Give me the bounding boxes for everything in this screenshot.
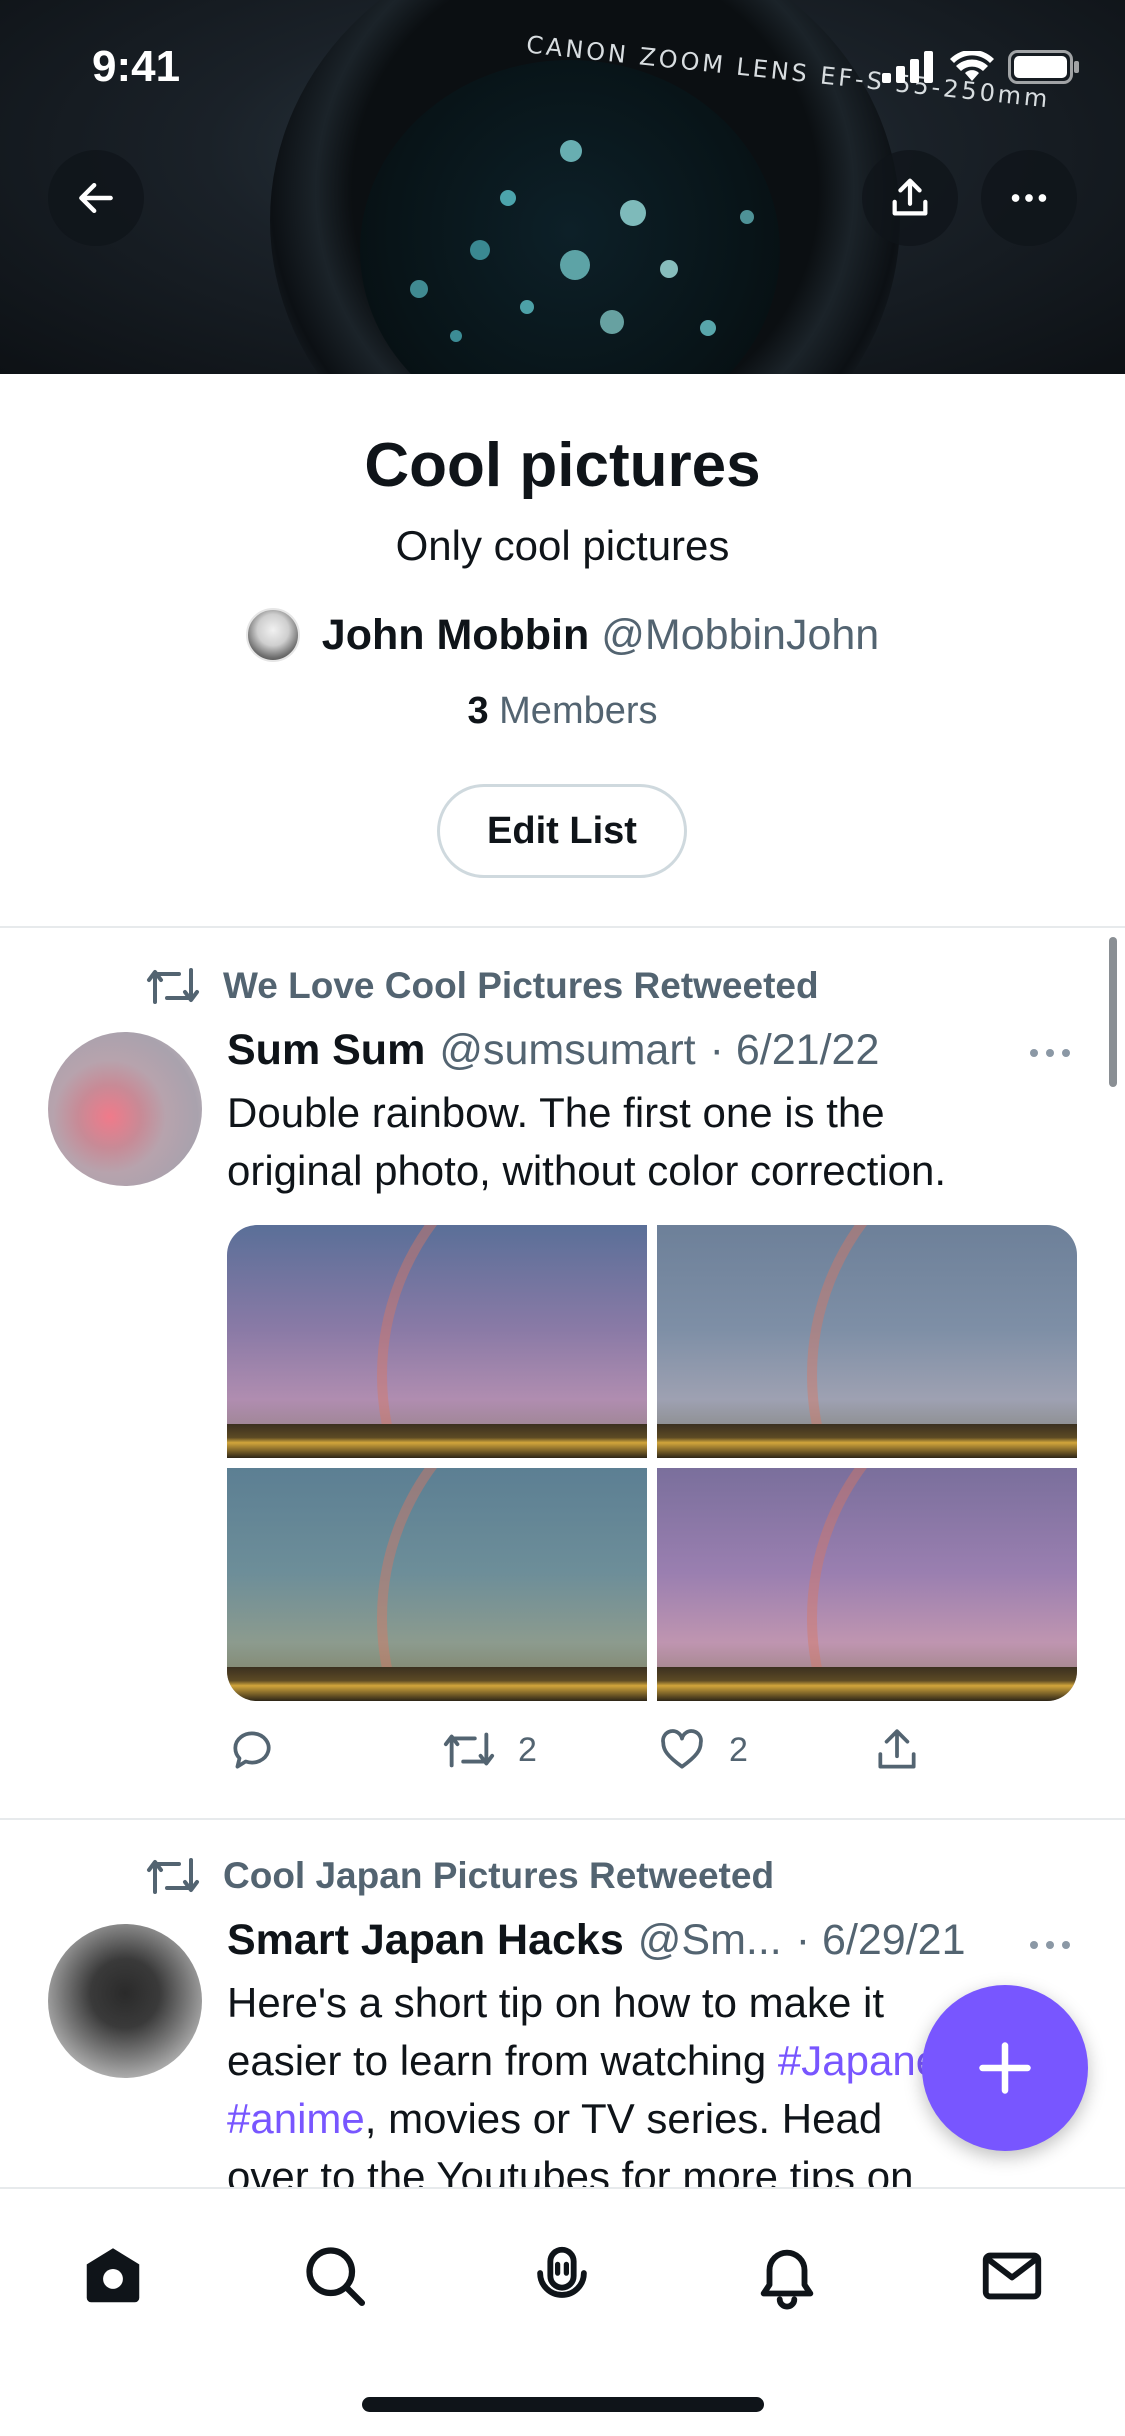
- bokeh-dot: [520, 300, 534, 314]
- share-icon: [892, 178, 928, 216]
- reply-action[interactable]: [227, 1725, 442, 1775]
- home-indicator: [362, 2397, 764, 2412]
- share-button[interactable]: [862, 150, 958, 246]
- tweet-header: Smart Japan Hacks @Sm... · 6/29/21: [227, 1916, 966, 1965]
- list-description: Only cool pictures: [395, 522, 730, 569]
- search-icon: [306, 2247, 366, 2307]
- bokeh-dot: [500, 190, 516, 206]
- compose-tweet-button[interactable]: [922, 1985, 1088, 2151]
- bokeh-dot: [410, 280, 428, 298]
- nav-notifications[interactable]: [742, 2231, 832, 2321]
- like-count: 2: [729, 1730, 748, 1769]
- members-label: Members: [499, 690, 658, 732]
- bokeh-dot: [700, 320, 716, 336]
- bokeh-dot: [620, 200, 646, 226]
- plus-icon: [979, 2042, 1031, 2094]
- reply-icon: [233, 1731, 271, 1769]
- tweet-author-handle: @Sm...: [637, 1916, 782, 1964]
- nav-home[interactable]: [68, 2231, 158, 2321]
- list-page: CANON ZOOM LENS EF-S 55-250mm 9:41 Cool …: [0, 0, 1125, 2436]
- share-action[interactable]: [872, 1725, 1087, 1775]
- heart-icon: [661, 1729, 703, 1769]
- tweet-text: Double rainbow. The first one is the ori…: [227, 1084, 1087, 1200]
- retweet-action[interactable]: 2: [442, 1728, 657, 1772]
- retweet-context: We Love Cool Pictures Retweeted: [145, 964, 819, 1008]
- tweet-more-icon[interactable]: [1027, 1938, 1073, 1952]
- section-divider: [0, 926, 1125, 928]
- owner-handle: @MobbinJohn: [601, 610, 880, 659]
- share-icon: [878, 1729, 916, 1769]
- retweet-context-text: Cool Japan Pictures Retweeted: [223, 1855, 775, 1896]
- battery-icon: [1008, 50, 1079, 84]
- user-avatar[interactable]: [48, 1032, 202, 1186]
- owner-avatar[interactable]: [245, 608, 300, 662]
- tweet-text-line: easier to learn from watching: [227, 2037, 778, 2084]
- nav-spaces[interactable]: [517, 2231, 607, 2321]
- tweet-more-icon[interactable]: [1027, 1046, 1073, 1060]
- tweet-photo[interactable]: [657, 1225, 1077, 1458]
- tweet-media-grid[interactable]: [227, 1225, 1077, 1701]
- tweet-date: · 6/29/21: [795, 1916, 966, 1964]
- owner-name[interactable]: John Mobbin: [322, 611, 590, 659]
- like-action[interactable]: 2: [657, 1725, 872, 1775]
- tweet-text-line: , movies or TV series. Head: [364, 2095, 883, 2142]
- tweet-text-line: Double rainbow. The first one is the: [227, 1089, 885, 1136]
- tweet-author-handle: @sumsumart: [439, 1026, 696, 1074]
- home-icon: [86, 2248, 140, 2303]
- tweet-text-line: original photo, without color correction…: [227, 1147, 947, 1194]
- tweet-author-name[interactable]: Smart Japan Hacks: [227, 1916, 624, 1965]
- tweet-photo[interactable]: [657, 1468, 1077, 1701]
- tweet-author-name[interactable]: Sum Sum: [227, 1026, 425, 1075]
- retweet-context-text: We Love Cool Pictures Retweeted: [223, 965, 819, 1006]
- bokeh-dot: [560, 250, 590, 280]
- bokeh-dot: [660, 260, 678, 278]
- tweet-text-line: over to the Youtubes for more tips on: [227, 2153, 914, 2188]
- bokeh-dot: [600, 310, 624, 334]
- cellular-signal-icon: [882, 51, 933, 83]
- nav-messages[interactable]: [967, 2231, 1057, 2321]
- members-count: 3: [467, 690, 489, 732]
- city-skyline: [657, 1667, 1077, 1701]
- edit-list-button[interactable]: Edit List: [437, 784, 687, 878]
- retweet-icon: [147, 968, 199, 1004]
- bokeh-dot: [470, 240, 490, 260]
- scrollbar[interactable]: [1109, 937, 1117, 1087]
- status-bar: 9:41: [0, 0, 1125, 130]
- bokeh-dot: [740, 210, 754, 224]
- retweet-icon: [443, 1732, 495, 1768]
- bokeh-dot: [450, 330, 462, 342]
- city-skyline: [227, 1667, 647, 1701]
- status-time: 9:41: [92, 42, 181, 91]
- back-button[interactable]: [48, 150, 144, 246]
- retweet-count: 2: [518, 1730, 537, 1769]
- list-title: Cool pictures: [364, 431, 761, 500]
- list-banner-image: CANON ZOOM LENS EF-S 55-250mm 9:41: [0, 0, 1125, 374]
- bokeh-dot: [560, 140, 582, 162]
- arrow-left-icon: [79, 182, 113, 214]
- status-icons: [882, 50, 1080, 84]
- list-owner[interactable]: John Mobbin @MobbinJohn: [0, 608, 1125, 662]
- more-options-button[interactable]: [981, 150, 1077, 246]
- retweet-context: Cool Japan Pictures Retweeted: [145, 1854, 774, 1898]
- tweet-divider: [0, 1818, 1125, 1820]
- hashtag-link[interactable]: #anime: [227, 2095, 365, 2142]
- tweet-photo[interactable]: [227, 1468, 647, 1701]
- city-skyline: [227, 1424, 647, 1458]
- user-avatar[interactable]: [48, 1924, 202, 2078]
- nav-search[interactable]: [290, 2231, 380, 2321]
- wifi-icon: [950, 51, 994, 81]
- retweet-icon: [147, 1858, 199, 1894]
- notifications-icon: [760, 2249, 814, 2310]
- tweet-actions: 2 2: [227, 1725, 1087, 1775]
- tweet-header: Sum Sum @sumsumart · 6/21/22: [227, 1026, 879, 1075]
- spaces-icon: [537, 2246, 587, 2298]
- more-horizontal-icon: [1011, 194, 1047, 202]
- members-link[interactable]: 3 Members: [0, 690, 1125, 733]
- messages-icon: [982, 2252, 1042, 2300]
- tweet-date: · 6/21/22: [709, 1026, 880, 1074]
- city-skyline: [657, 1424, 1077, 1458]
- tweet-photo[interactable]: [227, 1225, 647, 1458]
